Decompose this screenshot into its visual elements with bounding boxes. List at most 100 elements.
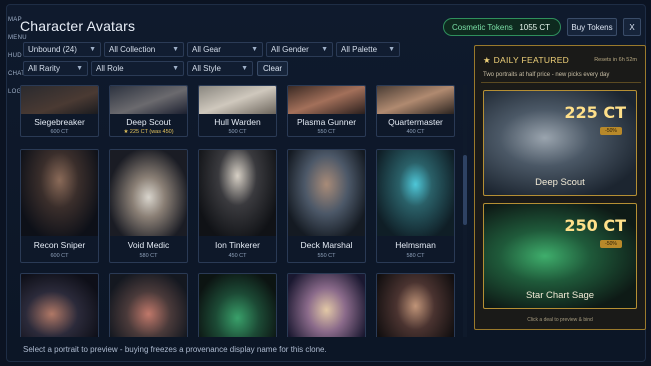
avatar-price: ★ 225 CT (was 450) (123, 129, 174, 135)
portrait-image (21, 274, 98, 337)
filter-rarity[interactable]: All Rarity ▼ (23, 61, 88, 76)
avatar-price: 550 CT (317, 129, 336, 135)
featured-note: Click a deal to preview & bind (527, 317, 593, 323)
avatar-name: Helmsman (395, 240, 436, 250)
avatar-grid: Siegebreaker 600 CT Deep Scout ★ 225 CT … (20, 85, 460, 337)
featured-name: Deep Scout (535, 177, 585, 188)
filter-label: All Role (96, 64, 124, 73)
avatar-card[interactable]: Plasma Gunner 550 CT (287, 85, 366, 137)
avatar-name: Quartermaster (388, 117, 443, 127)
filter-collection[interactable]: All Collection ▼ (104, 42, 184, 57)
filter-label: All Gender (271, 45, 309, 54)
portrait-image (288, 274, 365, 337)
portrait-image (199, 150, 276, 236)
featured-name: Star Chart Sage (525, 290, 595, 301)
avatar-name: Void Medic (127, 240, 170, 250)
avatar-name: Deep Scout (126, 117, 171, 127)
avatar-name: Recon Sniper (33, 240, 86, 250)
filter-style[interactable]: All Style ▼ (187, 61, 253, 76)
avatar-card[interactable] (287, 273, 366, 337)
chevron-down-icon: ▼ (76, 65, 83, 72)
portrait-image (21, 86, 98, 114)
close-button[interactable]: X (623, 18, 641, 36)
portrait-image (377, 274, 454, 337)
portrait-image (377, 150, 454, 236)
avatar-card[interactable]: Deck Marshal 550 CT (287, 149, 366, 263)
filter-gear[interactable]: All Gear ▼ (187, 42, 263, 57)
avatar-card[interactable] (198, 273, 277, 337)
avatar-card[interactable] (20, 273, 99, 337)
portrait-image (199, 86, 276, 114)
grid-scrollbar[interactable] (463, 85, 467, 337)
chevron-down-icon: ▼ (89, 46, 96, 53)
avatar-price: 580 CT (406, 253, 425, 259)
chevron-down-icon: ▼ (251, 46, 258, 53)
discount-badge: -50% (600, 127, 622, 135)
chevron-down-icon: ▼ (321, 46, 328, 53)
avatar-price: 500 CT (228, 129, 247, 135)
portrait-image (110, 86, 187, 114)
avatar-price: 600 CT (50, 253, 69, 259)
avatar-card[interactable] (376, 273, 455, 337)
avatar-name: Plasma Gunner (296, 117, 357, 127)
avatar-name: Siegebreaker (34, 117, 85, 127)
portrait-image (199, 274, 276, 337)
filter-gender[interactable]: All Gender ▼ (266, 42, 333, 57)
featured-card-deep-scout[interactable]: 225 CT -50% Deep Scout (483, 90, 637, 196)
featured-subtitle: Two portraits at half price - new picks … (483, 72, 610, 78)
filter-label: All Style (192, 64, 221, 73)
avatar-card[interactable]: Recon Sniper 600 CT (20, 149, 99, 263)
discount-badge: -50% (600, 240, 622, 248)
chevron-down-icon: ▼ (172, 46, 179, 53)
daily-featured-panel: ★ DAILY FEATURED Resets in 6h 52m Two po… (474, 45, 646, 330)
avatar-card[interactable] (109, 273, 188, 337)
avatar-name: Deck Marshal (300, 240, 353, 250)
chevron-down-icon: ▼ (172, 65, 179, 72)
filter-label: All Palette (341, 45, 378, 54)
featured-price: 250 CT (564, 216, 626, 235)
clear-filters-button[interactable]: Clear (257, 61, 288, 76)
star-icon: ★ (483, 55, 494, 65)
avatar-card[interactable]: Siegebreaker 600 CT (20, 85, 99, 137)
portrait-image (110, 274, 187, 337)
token-value: 1055 CT (519, 22, 550, 32)
filter-role[interactable]: All Role ▼ (91, 61, 184, 76)
avatar-card[interactable]: Helmsman 580 CT (376, 149, 455, 263)
portrait-image (110, 150, 187, 236)
avatar-price: 550 CT (317, 253, 336, 259)
portrait-image (288, 86, 365, 114)
avatar-price: 400 CT (406, 129, 425, 135)
chevron-down-icon: ▼ (241, 65, 248, 72)
featured-header: ★ DAILY FEATURED (483, 55, 569, 66)
scrollbar-thumb[interactable] (463, 155, 467, 225)
filter-label: All Collection (109, 45, 156, 54)
avatar-shop-panel: MAP MENU HUD CHAT LOG Character Avatars … (6, 4, 646, 362)
avatar-card[interactable]: Deep Scout ★ 225 CT (was 450) (109, 85, 188, 137)
featured-price: 225 CT (564, 103, 626, 122)
chevron-down-icon: ▼ (388, 46, 395, 53)
avatar-card[interactable]: Void Medic 580 CT (109, 149, 188, 263)
portrait-image (377, 86, 454, 114)
avatar-card[interactable]: Ion Tinkerer 450 CT (198, 149, 277, 263)
avatar-card[interactable]: Quartermaster 400 CT (376, 85, 455, 137)
portrait-image (21, 150, 98, 236)
filter-unbound[interactable]: Unbound (24) ▼ (23, 42, 101, 57)
avatar-price: 450 CT (228, 253, 247, 259)
avatar-price: 600 CT (50, 129, 69, 135)
avatar-name: Ion Tinkerer (215, 240, 260, 250)
divider (481, 82, 641, 83)
avatar-price: 580 CT (139, 253, 158, 259)
featured-reset-timer: Resets in 6h 52m (594, 57, 637, 63)
page-title: Character Avatars (20, 18, 136, 34)
avatar-name: Hull Warden (214, 117, 261, 127)
featured-card-star-chart-sage[interactable]: 250 CT -50% Star Chart Sage (483, 203, 637, 309)
filter-palette[interactable]: All Palette ▼ (336, 42, 400, 57)
filter-label: All Rarity (28, 64, 61, 73)
featured-title: DAILY FEATURED (493, 55, 570, 65)
filter-label: Unbound (24) (28, 45, 77, 54)
buy-tokens-button[interactable]: Buy Tokens (567, 18, 617, 36)
token-balance: Cosmetic Tokens 1055 CT (443, 18, 561, 36)
avatar-card[interactable]: Hull Warden 500 CT (198, 85, 277, 137)
token-label: Cosmetic Tokens (452, 22, 513, 32)
filter-label: All Gear (192, 45, 221, 54)
